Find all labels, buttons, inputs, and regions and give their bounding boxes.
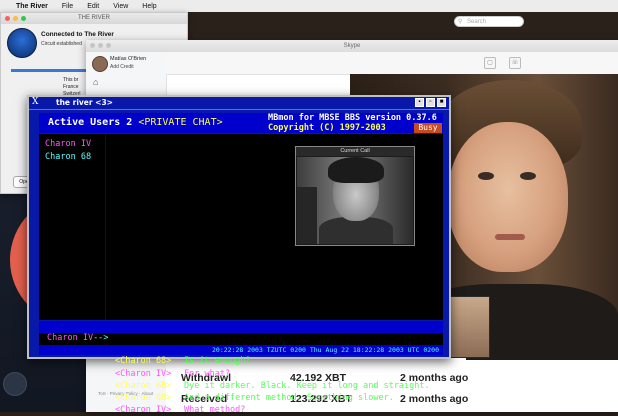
skype-user-name[interactable]: Matías O'Brien [110,56,146,62]
menu-app-name[interactable]: The River [16,3,48,10]
active-users-label: Active Users 2 <PRIVATE CHAT> [48,117,223,128]
chat-text: Dye it darker. Black. Keep it long and s… [184,380,430,391]
menu-bar: The River File Edit View Help [0,0,618,12]
river-logo-icon [7,28,37,58]
terminal-window: X the river <3> ▪ ▫ ■ Active Users 2 <PR… [27,95,451,415]
x-logo-icon: X [32,97,39,107]
skype-titlebar[interactable]: Skype [86,40,618,52]
zoom-icon[interactable] [21,16,26,21]
transaction-time: 2 months ago [400,393,469,405]
window-icon[interactable]: ▢ [484,57,496,69]
menu-edit[interactable]: Edit [87,3,99,10]
river-window-title: THE RIVER [77,15,110,21]
chat-text: What method? [184,405,246,416]
search-input[interactable]: ⚲ Search [454,16,524,27]
minimize-icon[interactable]: ▪ [415,98,424,107]
prompt-arrow: --> [93,333,109,343]
avatar[interactable] [92,56,108,72]
river-status: Circuit established [41,41,82,47]
chat-message: <Charon IV> For what? [115,368,230,380]
menu-view[interactable]: View [113,3,128,10]
chat-message: <Charon 68> And a different method. Somet… [115,392,394,404]
bbs-header: Active Users 2 <PRIVATE CHAT> MBmon for … [39,113,443,133]
chat-sender: <Charon IV> [115,368,172,379]
skype-toolbar: ▢ ☏ [166,52,618,75]
user-item[interactable]: Charon 68 [45,151,91,164]
user-list: Charon IV Charon 68 [45,138,91,164]
search-placeholder: Search [467,19,487,25]
maximize-icon[interactable]: ▫ [426,98,435,107]
river-titlebar[interactable]: THE RIVER [1,13,187,24]
close-icon[interactable] [90,43,95,48]
chat-sender: <Charon 68> [115,356,172,367]
bbs-chat-area: Charon IV Charon 68 Current Call <Charon… [39,134,443,415]
copyright: Copyright (C) 1997-2003 [268,123,386,133]
menu-file[interactable]: File [62,3,73,10]
status-bar: 20:22:28 2003 TZUTC 0200 Thu Aug 22 18:2… [39,345,443,355]
phone-icon[interactable]: ☏ [509,57,521,69]
close-icon[interactable]: ■ [437,98,446,107]
status-time: 20:22:28 2003 TZUTC 0200 Thu Aug 22 18:2… [212,346,439,354]
chat-sender: <Charon 68> [115,393,172,403]
chat-sender: <Charon IV> [115,405,172,416]
prompt-user: Charon IV [47,333,94,343]
skype-window-title: Skype [343,43,361,49]
private-chat-label: <PRIVATE CHAT> [138,117,223,128]
chat-text: And a different method. Something slower… [184,393,394,403]
list-item[interactable]: This br [63,77,81,84]
active-users: Active Users 2 [48,117,133,128]
status-badge: Busy [414,123,442,133]
current-call-panel: Current Call [295,146,415,246]
window-controls [5,16,26,21]
terminal-title: the river <3> [56,98,113,107]
home-icon[interactable]: ⌂ [93,77,98,87]
mbmon-version: MBmon for MBSE BBS version 0.37.6 [268,113,437,123]
chat-input[interactable]: Charon IV--> [39,333,443,345]
window-controls [90,43,111,48]
caller-video [297,157,413,244]
chat-sender: <Charon 68> [115,380,172,391]
terminal-titlebar[interactable]: X the river <3> ▪ ▫ ■ [29,97,449,110]
current-call-caption: Current Call [296,147,414,156]
desktop-icon[interactable] [3,372,27,396]
chat-text: Is it enough? [184,356,251,367]
chat-message: <Charon 68> Dye it darker. Black. Keep it… [115,380,430,392]
input-bar [39,321,443,333]
zoom-icon[interactable] [106,43,111,48]
chat-message: <Charon 68> Is it enough? [115,355,251,367]
user-item[interactable]: Charon IV [45,138,91,151]
chat-message: <Charon IV> What method? [115,404,245,416]
search-icon: ⚲ [458,19,463,25]
list-item[interactable]: France [63,84,81,91]
minimize-icon[interactable] [98,43,103,48]
chat-text: For what? [184,368,231,379]
terminal-controls: ▪ ▫ ■ [415,98,446,107]
close-icon[interactable] [5,16,10,21]
river-heading: Connected to The River [41,31,114,38]
add-credit-link[interactable]: Add Credit [110,64,134,70]
menu-help[interactable]: Help [142,3,156,10]
minimize-icon[interactable] [13,16,18,21]
